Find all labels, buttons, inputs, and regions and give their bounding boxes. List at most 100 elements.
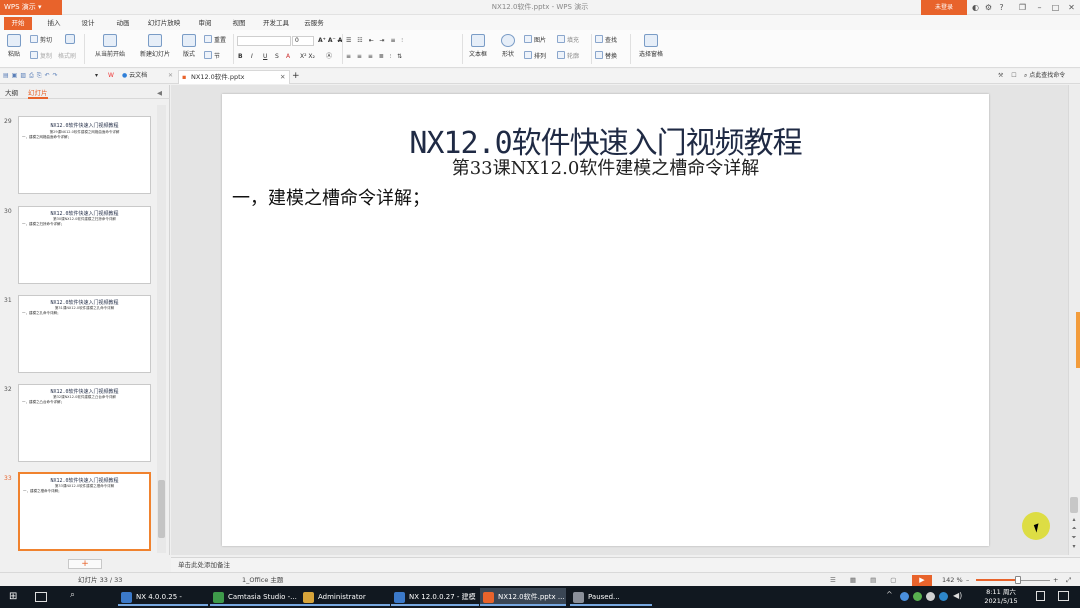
format-painter-button[interactable]: 格式刷	[58, 51, 76, 63]
copy-button[interactable]: 复制	[30, 51, 52, 63]
scroll-top-icon[interactable]: ▴	[1070, 516, 1078, 524]
from-current-button[interactable]: 从当前开始	[88, 33, 132, 65]
login-button[interactable]: 未登录	[921, 0, 967, 15]
next-slide-icon[interactable]: ⏷	[1070, 534, 1078, 542]
windows-start-icon[interactable]: ⊞	[9, 592, 19, 602]
bold-icon[interactable]: B	[238, 51, 243, 63]
minimize-icon[interactable]: –	[1034, 2, 1045, 13]
fill-button[interactable]: 填充	[557, 35, 579, 47]
system-clock[interactable]: 8:11 周六 2021/5/15	[973, 588, 1029, 606]
zoom-in-icon[interactable]: +	[1053, 573, 1058, 587]
tools-icon[interactable]: ⚒ ☐	[998, 70, 1020, 82]
maximize-icon[interactable]: □	[1050, 2, 1061, 13]
tab-review[interactable]: 审阅	[192, 17, 218, 30]
tab-slideshow[interactable]: 幻灯片放映	[143, 17, 185, 30]
search-icon[interactable]: ⌕	[70, 590, 82, 604]
task-view-icon[interactable]	[35, 592, 47, 602]
tab-design[interactable]: 设计	[74, 17, 102, 30]
font-size-select[interactable]: 0	[292, 36, 314, 46]
notification-icon[interactable]	[1058, 591, 1069, 601]
italic-icon[interactable]: I	[251, 51, 253, 63]
tray-expand-icon[interactable]: ^	[886, 590, 893, 599]
volume-icon[interactable]: ◀)	[953, 591, 962, 600]
view-normal-icon[interactable]: ☰ ▦ ▤ ▢	[830, 573, 902, 587]
prev-slide-icon[interactable]: ⏶	[1070, 525, 1078, 533]
close-icon[interactable]: ✕	[168, 70, 173, 82]
current-slide[interactable]: NX12.0软件快速入门视频教程 第33课NX12.0软件建模之槽命令详解 一，…	[222, 94, 989, 546]
zoom-level[interactable]: 142 %	[942, 573, 963, 587]
paste-button[interactable]: 粘贴	[3, 33, 25, 65]
strikethrough-icon[interactable]: S	[275, 51, 279, 63]
zoom-out-icon[interactable]: –	[966, 573, 969, 587]
font-name-select[interactable]	[237, 36, 291, 46]
replace-button[interactable]: 替换	[595, 51, 617, 63]
taskbar-item[interactable]: NX 4.0.0.25 -	[118, 588, 208, 606]
list-bullets-icon[interactable]: ☰ ☷ ⇤ ⇥ ≡ ⫶	[346, 35, 405, 47]
settings-icon[interactable]: ⚙	[983, 2, 994, 13]
picture-button[interactable]: 图片	[524, 35, 546, 47]
slide-body-text[interactable]: 一，建模之槽命令详解；	[232, 184, 430, 210]
tab-home[interactable]: 开始	[4, 17, 32, 30]
add-slide-button[interactable]: +	[68, 559, 102, 569]
taskbar-item[interactable]: Paused...	[570, 588, 652, 606]
close-icon[interactable]: ✕	[1066, 2, 1077, 13]
section-button[interactable]: 节	[204, 51, 220, 63]
taskbar-item[interactable]: NX 12.0.0.27 - 建模	[391, 588, 479, 606]
document-tab[interactable]: ▪ NX12.0软件.pptx ✕	[178, 70, 290, 84]
arrange-button[interactable]: 排列	[524, 51, 546, 63]
app-menu-button[interactable]: WPS 演示 ▾	[0, 0, 62, 15]
tab-developer[interactable]: 开发工具	[259, 17, 293, 30]
skin-icon[interactable]: ◐	[970, 2, 981, 13]
slide-thumbnail[interactable]: NX12.0软件快速入门视频教程 第29课NX12.0软件建模之网格曲面命令详解…	[18, 116, 151, 194]
tab-view[interactable]: 视图	[226, 17, 252, 30]
fit-window-icon[interactable]: ⤢	[1066, 573, 1071, 587]
tab-outline[interactable]: 大纲	[5, 87, 18, 99]
taskbar-item[interactable]: Administrator	[300, 588, 390, 606]
brush-icon[interactable]	[62, 33, 78, 49]
cut-button[interactable]: 剪切	[30, 35, 52, 47]
reset-button[interactable]: 重置	[204, 35, 226, 47]
cloud-docs-button[interactable]: ● 云文档	[122, 70, 147, 82]
grow-font-icon[interactable]: A⁺ A⁻ A̶	[318, 35, 342, 47]
new-tab-button[interactable]: +	[292, 70, 300, 82]
command-search[interactable]: ⌕ 点此查找命令	[1024, 70, 1065, 82]
slide-thumbnail[interactable]: NX12.0软件快速入门视频教程 第32课NX12.0软件建模之凸台命令详解 一…	[18, 384, 151, 462]
play-slideshow-button[interactable]: ▶	[912, 575, 932, 586]
notes-icon[interactable]	[1036, 591, 1045, 601]
slides-scrollbar-thumb[interactable]	[158, 480, 165, 538]
tray-app-icon[interactable]	[939, 592, 948, 601]
tray-app-icon[interactable]	[900, 592, 909, 601]
notes-pane[interactable]: 单击此处添加备注	[171, 557, 1080, 572]
help-icon[interactable]: ?	[996, 2, 1007, 13]
superscript-icon[interactable]: X² X₂	[300, 51, 315, 63]
scroll-bottom-icon[interactable]: ▾	[1070, 543, 1078, 551]
find-button[interactable]: 查找	[595, 35, 617, 47]
canvas-scrollbar-thumb[interactable]	[1070, 497, 1078, 513]
tab-slides[interactable]: 幻灯片	[28, 87, 48, 99]
align-left-icon[interactable]: ≡ ≡ ≡ ≣ ⫶ ⇅	[346, 51, 404, 63]
tab-insert[interactable]: 插入	[40, 17, 68, 30]
slide-subtitle[interactable]: 第33课NX12.0软件建模之槽命令详解	[222, 154, 989, 180]
new-slide-button[interactable]: 新建幻灯片	[134, 33, 176, 65]
tab-animation[interactable]: 动画	[109, 17, 137, 30]
tab-cloud[interactable]: 云服务	[300, 17, 328, 30]
tray-app-icon[interactable]	[913, 592, 922, 601]
side-panel-handle[interactable]	[1076, 312, 1080, 368]
restore-icon[interactable]: ❐	[1017, 2, 1028, 13]
underline-icon[interactable]: U	[263, 51, 267, 63]
slide-thumbnail[interactable]: NX12.0软件快速入门视频教程 第31课NX12.0软件建模之孔命令详解 一，…	[18, 295, 151, 373]
clear-format-icon[interactable]: Ⓐ	[326, 51, 332, 63]
taskbar-item[interactable]: Camtasia Studio -...	[210, 588, 300, 606]
taskbar-item-active[interactable]: NX12.0软件.pptx ...	[480, 588, 566, 606]
select-pane-button[interactable]: 选择窗格	[634, 33, 668, 65]
tray-app-icon[interactable]	[926, 592, 935, 601]
chevron-down-icon[interactable]: ▾	[95, 70, 98, 82]
font-color-icon[interactable]: A	[286, 51, 290, 63]
outline-button[interactable]: 轮廓	[557, 51, 579, 63]
slide-thumbnail[interactable]: NX12.0软件快速入门视频教程 第30课NX12.0软件建模之扫掠命令详解 一…	[18, 206, 151, 284]
open-icon[interactable]: ▤▣▨⎙⎘↶↷	[3, 70, 61, 82]
zoom-slider-handle[interactable]	[1015, 576, 1022, 584]
close-icon[interactable]: ✕	[280, 71, 285, 84]
shape-button[interactable]: 形状	[495, 33, 521, 65]
collapse-icon[interactable]: ◀	[157, 87, 162, 99]
